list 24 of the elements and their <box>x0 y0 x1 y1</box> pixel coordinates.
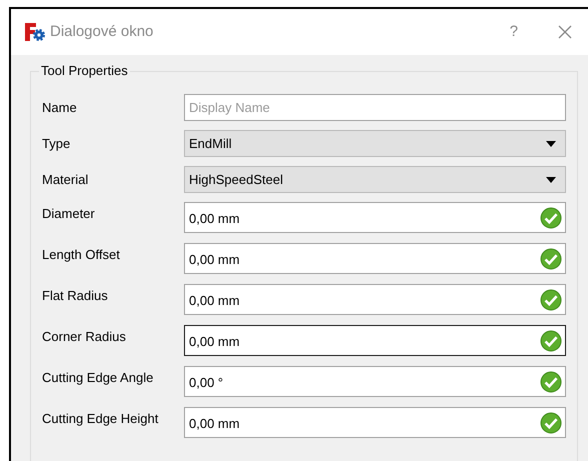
field-label: Type <box>42 134 72 153</box>
field-label: Material <box>42 170 90 189</box>
quantity-input-field[interactable]: 0,00 ° <box>184 366 566 397</box>
field-label: Cutting Edge Height <box>42 410 160 428</box>
app-logo-icon <box>24 22 46 42</box>
field-label: Corner Radius <box>42 328 127 346</box>
field-label: Name <box>42 98 78 117</box>
group-title: Tool Properties <box>39 63 130 79</box>
dropdown[interactable]: EndMill <box>184 130 566 157</box>
quantity-input-field[interactable]: 0,00 mm <box>184 325 566 356</box>
field-label: Length Offset <box>42 246 121 264</box>
close-icon[interactable] <box>558 25 572 39</box>
name-input-field[interactable]: Display Name <box>184 94 566 121</box>
dropdown[interactable]: HighSpeedSteel <box>184 166 566 193</box>
field-label: Cutting Edge Angle <box>42 368 154 387</box>
quantity-input-field[interactable]: 0,00 mm <box>184 202 566 233</box>
quantity-input-field[interactable]: 0,00 mm <box>184 284 566 315</box>
quantity-input-field[interactable]: 0,00 mm <box>184 407 566 438</box>
dropdown-arrow-icon <box>546 140 556 146</box>
field-label: Diameter <box>42 204 96 223</box>
dropdown-arrow-icon <box>546 176 556 182</box>
field-label: Flat Radius <box>42 286 109 305</box>
quantity-input-field[interactable]: 0,00 mm <box>184 243 566 274</box>
window-title: Dialogové okno <box>50 22 154 42</box>
